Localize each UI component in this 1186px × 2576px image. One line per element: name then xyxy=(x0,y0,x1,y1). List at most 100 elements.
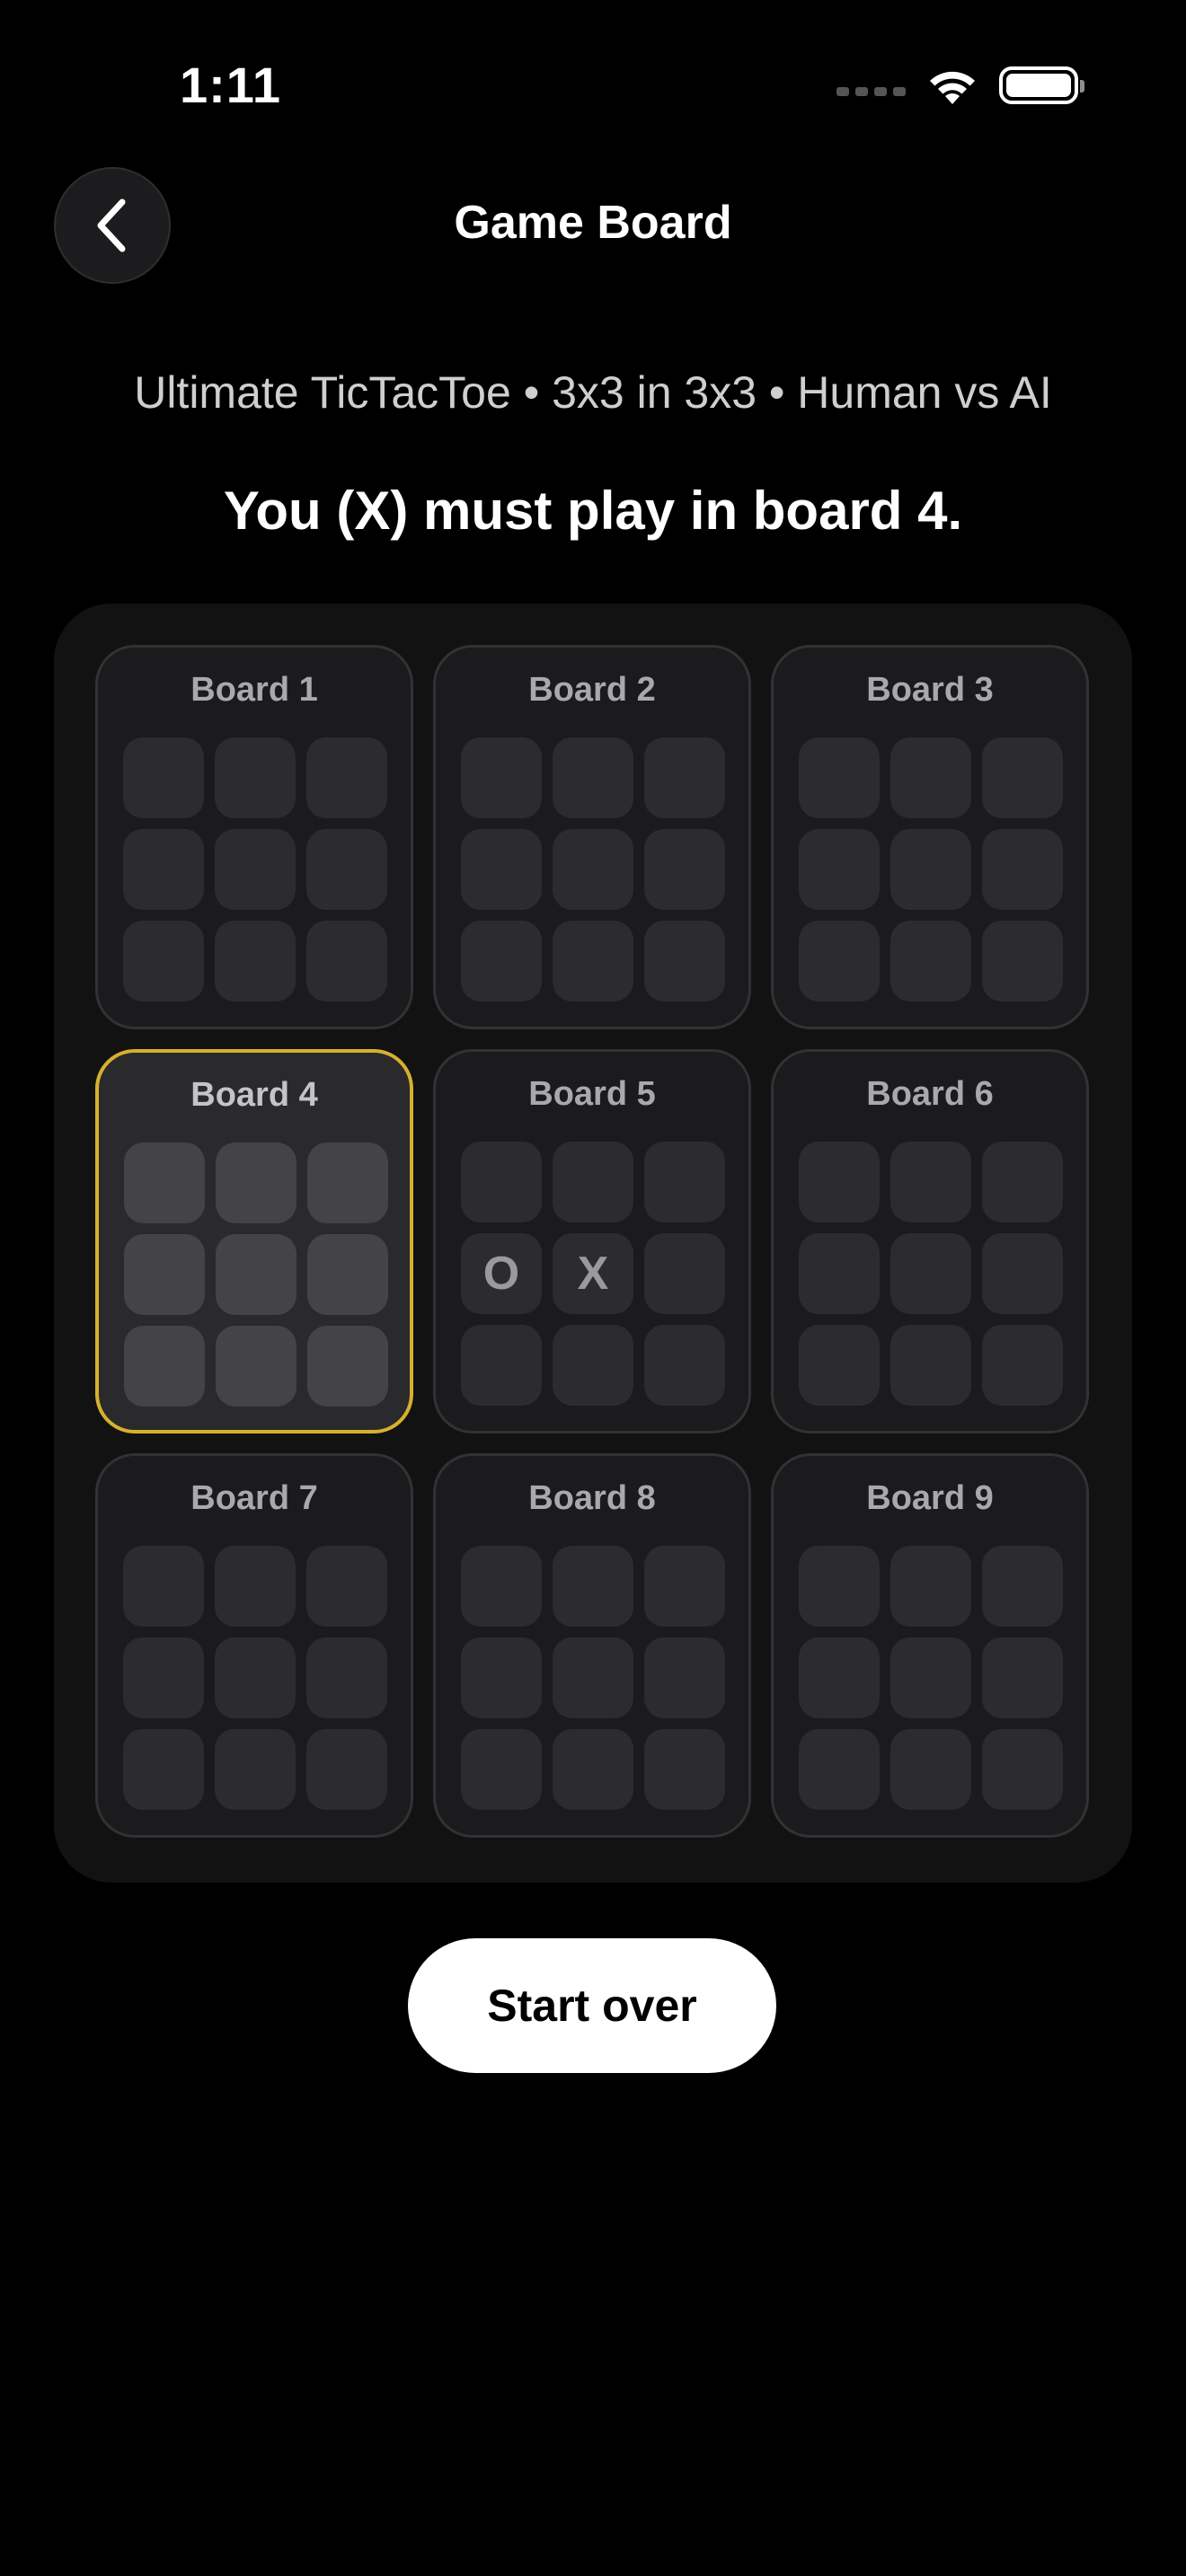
board-3-cell-4[interactable] xyxy=(799,829,880,910)
board-2-cell-3[interactable] xyxy=(644,737,725,818)
start-over-button[interactable]: Start over xyxy=(408,1938,776,2073)
board-1-cell-1[interactable] xyxy=(123,737,204,818)
board-9-cell-2[interactable] xyxy=(890,1546,971,1627)
board-4-cell-3[interactable] xyxy=(307,1142,388,1223)
board-7-cell-1[interactable] xyxy=(123,1546,204,1627)
board-3-cell-8[interactable] xyxy=(890,921,971,1001)
board-4-cell-2[interactable] xyxy=(216,1142,296,1223)
board-7-cell-6[interactable] xyxy=(306,1637,387,1718)
board-5-cell-3[interactable] xyxy=(644,1142,725,1222)
board-7-cell-3[interactable] xyxy=(306,1546,387,1627)
board-7-cell-9[interactable] xyxy=(306,1729,387,1810)
board-4-cell-5[interactable] xyxy=(216,1234,296,1315)
board-7-cell-7[interactable] xyxy=(123,1729,204,1810)
board-5-cell-4[interactable]: O xyxy=(461,1233,542,1314)
board-6-cell-3[interactable] xyxy=(982,1142,1063,1222)
board-6-cell-1[interactable] xyxy=(799,1142,880,1222)
board-9-cell-5[interactable] xyxy=(890,1637,971,1718)
board-4-cell-6[interactable] xyxy=(307,1234,388,1315)
board-7-cell-2[interactable] xyxy=(215,1546,296,1627)
board-3-cell-1[interactable] xyxy=(799,737,880,818)
board-6-cell-5[interactable] xyxy=(890,1233,971,1314)
board-6-cell-7[interactable] xyxy=(799,1325,880,1406)
mini-board-3[interactable]: Board 3 xyxy=(771,645,1089,1029)
board-1-cell-7[interactable] xyxy=(123,921,204,1001)
board-6-cell-2[interactable] xyxy=(890,1142,971,1222)
board-5-cell-7[interactable] xyxy=(461,1325,542,1406)
board-6-cell-9[interactable] xyxy=(982,1325,1063,1406)
board-5-cell-5[interactable]: X xyxy=(553,1233,633,1314)
board-9-cell-3[interactable] xyxy=(982,1546,1063,1627)
board-1-cell-9[interactable] xyxy=(306,921,387,1001)
board-2-cell-4[interactable] xyxy=(461,829,542,910)
board-3-cell-9[interactable] xyxy=(982,921,1063,1001)
board-2-cell-5[interactable] xyxy=(553,829,633,910)
mini-board-5[interactable]: Board 5 OX xyxy=(433,1049,751,1434)
board-3-cell-5[interactable] xyxy=(890,829,971,910)
board-8-cell-6[interactable] xyxy=(644,1637,725,1718)
board-2-cell-2[interactable] xyxy=(553,737,633,818)
mini-board-1[interactable]: Board 1 xyxy=(95,645,413,1029)
board-9-cell-4[interactable] xyxy=(799,1637,880,1718)
board-3-cell-3[interactable] xyxy=(982,737,1063,818)
board-8-cell-1[interactable] xyxy=(461,1546,542,1627)
board-1-cell-8[interactable] xyxy=(215,921,296,1001)
board-8-cell-8[interactable] xyxy=(553,1729,633,1810)
board-4-cell-7[interactable] xyxy=(124,1326,205,1407)
board-7-cell-5[interactable] xyxy=(215,1637,296,1718)
board-5-cell-8[interactable] xyxy=(553,1325,633,1406)
board-9-cell-9[interactable] xyxy=(982,1729,1063,1810)
mini-board-6[interactable]: Board 6 xyxy=(771,1049,1089,1434)
board-8-cell-9[interactable] xyxy=(644,1729,725,1810)
board-4-cell-8[interactable] xyxy=(216,1326,296,1407)
board-2-cell-7[interactable] xyxy=(461,921,542,1001)
mini-board-8[interactable]: Board 8 xyxy=(433,1453,751,1838)
board-5-cell-2[interactable] xyxy=(553,1142,633,1222)
board-3-cell-7[interactable] xyxy=(799,921,880,1001)
board-8-cell-4[interactable] xyxy=(461,1637,542,1718)
board-4-cell-9[interactable] xyxy=(307,1326,388,1407)
mini-board-7[interactable]: Board 7 xyxy=(95,1453,413,1838)
board-9-cell-6[interactable] xyxy=(982,1637,1063,1718)
board-2-cell-8[interactable] xyxy=(553,921,633,1001)
board-8-cell-5[interactable] xyxy=(553,1637,633,1718)
board-2-cell-6[interactable] xyxy=(644,829,725,910)
mini-board-title: Board 2 xyxy=(528,671,656,709)
status-icons xyxy=(836,65,1084,106)
board-7-cell-4[interactable] xyxy=(123,1637,204,1718)
board-2-cell-9[interactable] xyxy=(644,921,725,1001)
mini-board-4[interactable]: Board 4 xyxy=(95,1049,413,1434)
mini-board-title: Board 4 xyxy=(190,1076,318,1114)
board-9-cell-1[interactable] xyxy=(799,1546,880,1627)
board-8-cell-7[interactable] xyxy=(461,1729,542,1810)
board-8-cell-3[interactable] xyxy=(644,1546,725,1627)
mini-board-title: Board 8 xyxy=(528,1479,656,1517)
board-6-cell-6[interactable] xyxy=(982,1233,1063,1314)
board-1-cell-5[interactable] xyxy=(215,829,296,910)
board-9-cell-8[interactable] xyxy=(890,1729,971,1810)
turn-message: You (X) must play in board 4. xyxy=(223,481,963,541)
board-8-cell-2[interactable] xyxy=(553,1546,633,1627)
board-5-cell-9[interactable] xyxy=(644,1325,725,1406)
mini-board-title: Board 5 xyxy=(528,1075,656,1113)
board-6-cell-8[interactable] xyxy=(890,1325,971,1406)
board-5-cell-6[interactable] xyxy=(644,1233,725,1314)
page-title: Game Board xyxy=(454,197,732,249)
board-1-cell-3[interactable] xyxy=(306,737,387,818)
mini-board-2[interactable]: Board 2 xyxy=(433,645,751,1029)
mini-board-9[interactable]: Board 9 xyxy=(771,1453,1089,1838)
board-4-cell-1[interactable] xyxy=(124,1142,205,1223)
board-1-cell-2[interactable] xyxy=(215,737,296,818)
board-5-cell-1[interactable] xyxy=(461,1142,542,1222)
board-1-cell-4[interactable] xyxy=(123,829,204,910)
board-2-cell-1[interactable] xyxy=(461,737,542,818)
board-4-cell-4[interactable] xyxy=(124,1234,205,1315)
board-1-cell-6[interactable] xyxy=(306,829,387,910)
board-3-cell-6[interactable] xyxy=(982,829,1063,910)
board-9-cell-7[interactable] xyxy=(799,1729,880,1810)
mini-board-title: Board 3 xyxy=(866,671,994,709)
mini-board-title: Board 1 xyxy=(190,671,318,709)
board-3-cell-2[interactable] xyxy=(890,737,971,818)
board-6-cell-4[interactable] xyxy=(799,1233,880,1314)
board-7-cell-8[interactable] xyxy=(215,1729,296,1810)
